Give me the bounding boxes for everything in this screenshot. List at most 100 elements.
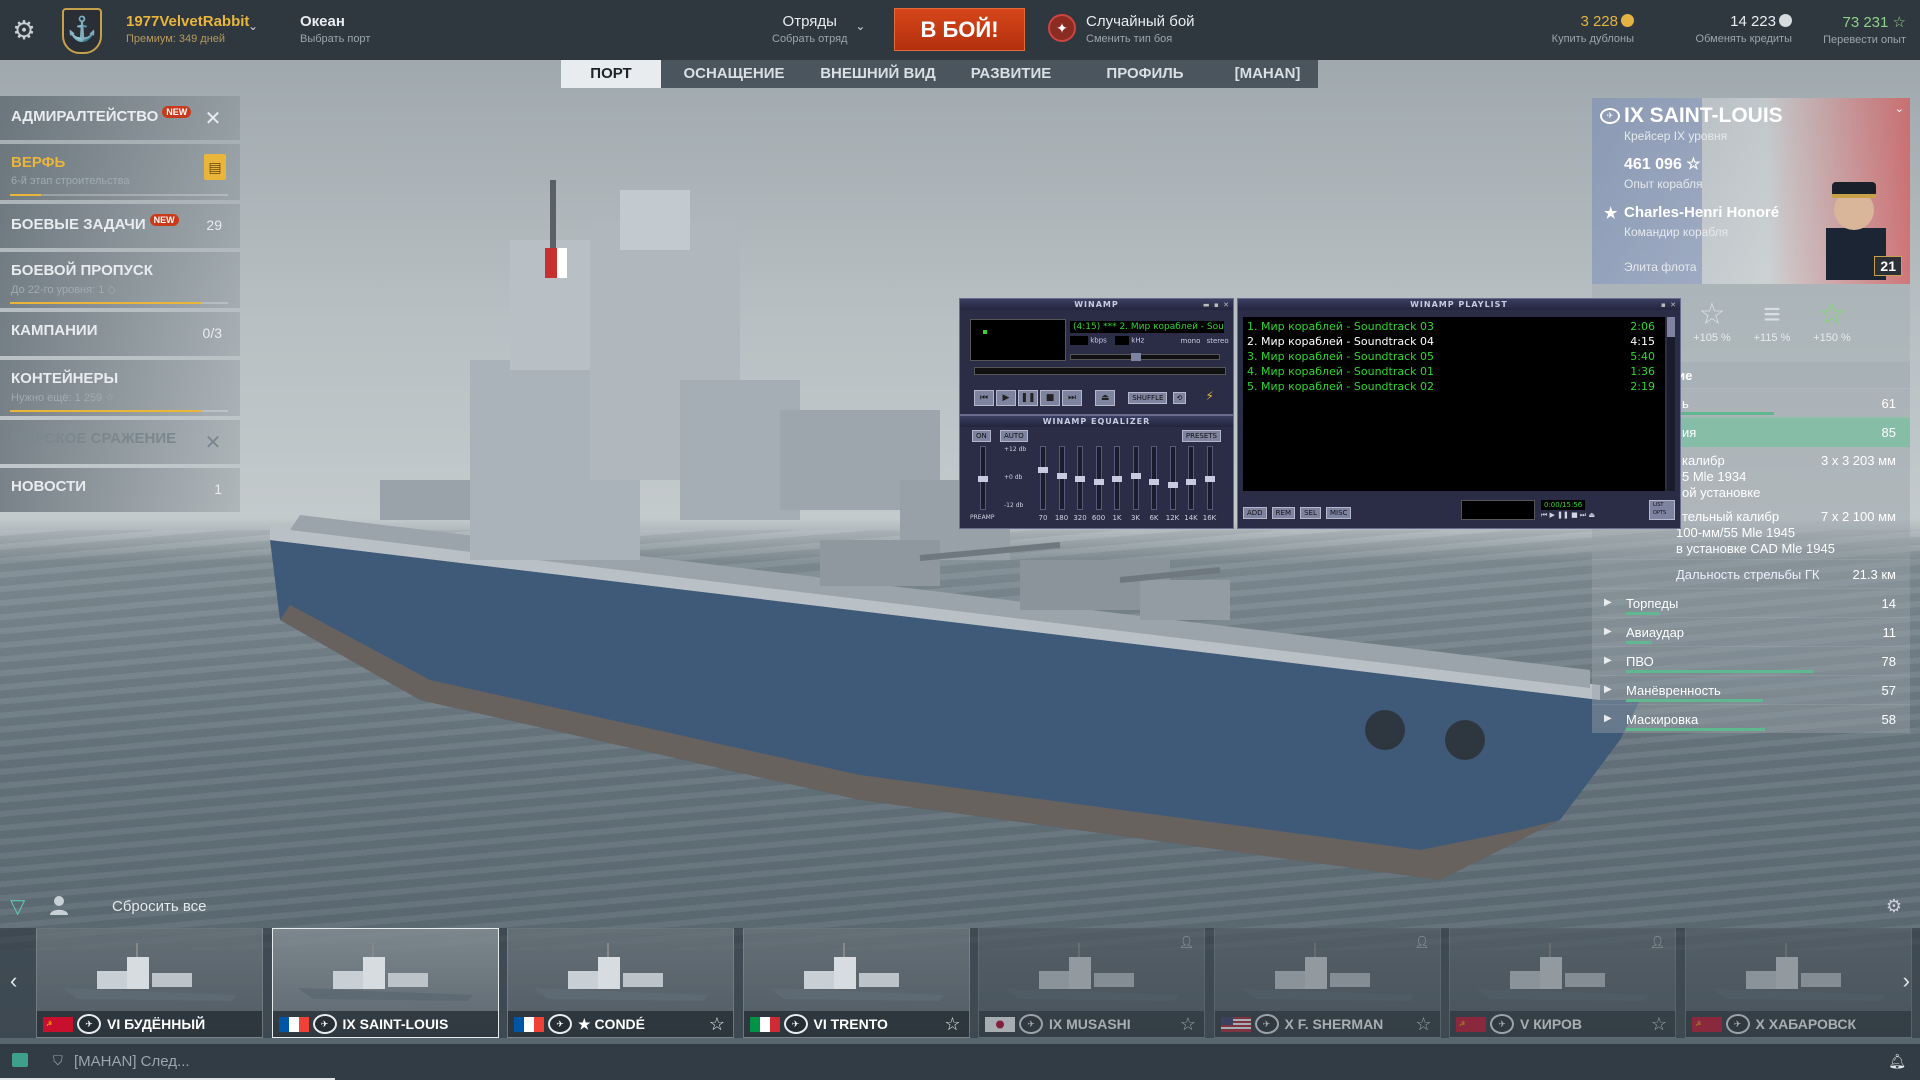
eq-band-slider[interactable] xyxy=(1093,446,1104,510)
stat-row[interactable]: ▶ Манёвренность 57 xyxy=(1592,675,1910,704)
squad-selector[interactable]: Отряды Собрать отряд ⌄ xyxy=(772,13,865,45)
random-battle-icon[interactable]: ✦ xyxy=(1048,14,1076,42)
playlist-item[interactable]: 3. Мир кораблей - Soundtrack 05 5:40 xyxy=(1247,349,1661,364)
playlist-item[interactable]: 4. Мир кораблей - Soundtrack 01 1:36 xyxy=(1247,364,1661,379)
window-buttons-icon[interactable]: ▬ ▪ ✕ xyxy=(1203,300,1230,311)
winamp-titlebar[interactable]: WINAMP ▬ ▪ ✕ xyxy=(960,299,1233,310)
eject-icon[interactable]: ⏏ xyxy=(1095,390,1116,406)
commander-name[interactable]: ★ Charles-Henri Honoré xyxy=(1604,204,1779,222)
play-icon[interactable]: ▶ xyxy=(996,390,1016,406)
notification-bell-icon[interactable]: 🔔︎ xyxy=(1888,1053,1906,1070)
eq-band-slider[interactable] xyxy=(1130,446,1141,510)
tab-appearance[interactable]: ВНЕШНИЙ ВИД xyxy=(807,60,949,88)
winamp-playlist-window[interactable]: WINAMP PLAYLIST ▪ ✕ 1. Мир кораблей - Sou… xyxy=(1237,298,1681,529)
window-buttons-icon[interactable]: ▪ ✕ xyxy=(1661,300,1677,311)
shuffle-button[interactable]: SHUFFLE xyxy=(1128,392,1168,404)
carousel-settings-icon[interactable]: ⚙ xyxy=(1886,896,1902,917)
chevron-left-icon[interactable]: ‹ xyxy=(10,968,17,994)
menu-shipyard[interactable]: ВЕРФЬ 6-й этап строительства ▤ xyxy=(0,144,240,200)
menu-containers[interactable]: КОНТЕЙНЕРЫ Нужно ещё: 1 259 ☆ xyxy=(0,360,240,416)
winamp-logo-icon[interactable]: ⚡ xyxy=(1205,389,1213,403)
playlist-add-button[interactable]: ADD xyxy=(1243,507,1267,519)
doubloons[interactable]: 3 228 Купить дублоны xyxy=(1552,13,1634,45)
playlist-mini-controls-icon[interactable]: ⏮ ▶ ❚❚ ■ ⏭ ⏏ xyxy=(1541,511,1595,520)
favorite-star-icon[interactable]: ☆ xyxy=(1651,1014,1667,1035)
repeat-icon[interactable]: ⟲ xyxy=(1172,392,1187,404)
eq-band-slider[interactable] xyxy=(1112,446,1122,510)
upgrade-star[interactable]: ☆ +150 % xyxy=(1812,298,1852,344)
menu-admiralty[interactable]: АДМИРАЛТЕЙСТВО NEW ✕ xyxy=(0,96,240,140)
playlist-item[interactable]: 5. Мир кораблей - Soundtrack 02 2:19 xyxy=(1247,379,1661,394)
eq-band-slider[interactable] xyxy=(1038,446,1048,510)
eq-band-slider[interactable] xyxy=(1149,446,1159,510)
stat-row[interactable]: ▶ Торпеды 14 xyxy=(1592,588,1910,617)
preamp-slider[interactable] xyxy=(978,446,988,510)
stat-row[interactable]: ▶ Авиаудар 11 xyxy=(1592,617,1910,646)
tab-profile[interactable]: ПРОФИЛЬ xyxy=(1073,60,1217,88)
settings-gear-icon[interactable]: ⚙ xyxy=(10,16,38,44)
ship-card[interactable]: ☭ ✈ X ХАБАРОВСК xyxy=(1684,928,1912,1038)
menu-naval-battle[interactable]: МОРСКОЕ СРАЖЕНИЕ ✕ xyxy=(0,420,240,464)
eq-auto-button[interactable]: AUTO xyxy=(1000,430,1028,442)
server-selector[interactable]: Океан Выбрать порт xyxy=(300,13,370,45)
chat-icon[interactable] xyxy=(12,1053,28,1067)
upgrade-star[interactable]: ☆ +105 % xyxy=(1692,298,1732,344)
eq-presets-button[interactable]: PRESETS xyxy=(1181,430,1221,442)
ship-card[interactable]: 👤︎ ✈ X F. SHERMAN ☆ xyxy=(1213,928,1441,1038)
eq-band-slider[interactable] xyxy=(1186,446,1196,510)
ship-card[interactable]: 👤︎ ✈ IX MUSASHI ☆ xyxy=(978,928,1205,1038)
ship-card[interactable]: ✈ ★ CONDÉ ☆ xyxy=(507,928,734,1038)
free-xp[interactable]: 73 231 ☆ Перевести опыт xyxy=(1823,13,1906,46)
chevron-down-icon[interactable]: ⌄ xyxy=(1895,102,1904,115)
tab-clan[interactable]: [MAHAN] xyxy=(1217,60,1318,88)
ship-card[interactable]: ✈ IX SAINT-LOUIS xyxy=(271,928,499,1038)
next-icon[interactable]: ⏭ xyxy=(1062,390,1082,406)
eq-band-slider[interactable] xyxy=(1204,446,1215,510)
credits[interactable]: 14 223 Обменять кредиты xyxy=(1696,13,1792,45)
tab-equipment[interactable]: ОСНАЩЕНИЕ xyxy=(661,60,807,88)
pause-icon[interactable]: ❚❚ xyxy=(1018,390,1038,406)
stat-row[interactable]: ▶ Маскировка 58 xyxy=(1592,704,1910,733)
list-opts-button[interactable]: LIST OPTS xyxy=(1649,500,1675,520)
winamp-main-window[interactable]: WINAMP ▬ ▪ ✕ (4:15) *** 2. Мир кораблей -… xyxy=(959,298,1234,415)
ship-card[interactable]: 👤︎ ☭ ✈ V КИРОВ ☆ xyxy=(1449,928,1676,1038)
battle-button[interactable]: В БОЙ! xyxy=(894,8,1025,51)
menu-news[interactable]: НОВОСТИ 1 xyxy=(0,468,240,512)
filter-icon[interactable]: ▽ xyxy=(10,894,25,919)
menu-campaigns[interactable]: КАМПАНИИ 0/3 xyxy=(0,312,240,356)
rank-emblem-icon[interactable]: ⚓ xyxy=(62,8,102,54)
upgrade-star[interactable]: ≡ +115 % xyxy=(1752,298,1792,344)
playlist-scrollbar[interactable] xyxy=(1667,317,1675,491)
tab-research[interactable]: РАЗВИТИЕ xyxy=(949,60,1073,88)
playlist-sel-button[interactable]: SEL xyxy=(1300,507,1321,519)
user-profile[interactable]: 1977VelvetRabbit Премиум: 349 дней ⌄ xyxy=(126,13,258,45)
tab-port[interactable]: ПОРТ xyxy=(561,60,661,88)
stop-icon[interactable]: ■ xyxy=(1040,390,1060,406)
favorite-star-icon[interactable]: ☆ xyxy=(1180,1014,1196,1035)
person-icon[interactable] xyxy=(48,894,70,916)
eq-band-slider[interactable] xyxy=(1167,446,1178,510)
battle-type-selector[interactable]: Случайный бой Сменить тип боя xyxy=(1086,13,1195,45)
playlist-item[interactable]: 1. Мир кораблей - Soundtrack 03 2:06 xyxy=(1247,319,1661,334)
winamp-equalizer-window[interactable]: WINAMP EQUALIZER ON AUTO PRESETS +12 db … xyxy=(959,415,1234,529)
eq-band-slider[interactable] xyxy=(1075,446,1085,510)
favorite-star-icon[interactable]: ☆ xyxy=(709,1014,725,1035)
eq-on-button[interactable]: ON xyxy=(972,430,991,442)
winamp-volume-slider[interactable] xyxy=(1070,353,1220,361)
stat-row[interactable]: ▶ ПВО 78 xyxy=(1592,646,1910,675)
winamp-seek-bar[interactable] xyxy=(974,367,1226,375)
favorite-star-icon[interactable]: ☆ xyxy=(1415,1014,1431,1035)
chat-preview[interactable]: [MAHAN] След... xyxy=(74,1053,190,1070)
favorite-star-icon[interactable]: ☆ xyxy=(944,1014,960,1035)
reset-filters-button[interactable]: Сбросить все xyxy=(112,898,206,915)
menu-battle-pass[interactable]: БОЕВОЙ ПРОПУСК До 22-го уровня: 1 ◇ xyxy=(0,252,240,308)
menu-missions[interactable]: БОЕВЫЕ ЗАДАЧИ NEW 29 xyxy=(0,204,240,248)
ship-card[interactable]: ☭ ✈ VI БУДЁННЫЙ xyxy=(36,928,263,1038)
prev-icon[interactable]: ⏮ xyxy=(974,390,994,406)
playlist-misc-button[interactable]: MISC xyxy=(1325,507,1352,519)
playlist-item[interactable]: 2. Мир кораблей - Soundtrack 04 4:15 xyxy=(1247,334,1661,349)
winamp-playlist-titlebar[interactable]: WINAMP PLAYLIST ▪ ✕ xyxy=(1238,299,1680,310)
ship-card[interactable]: ✈ VI TRENTO ☆ xyxy=(742,928,970,1038)
chevron-right-icon[interactable]: › xyxy=(1903,968,1910,994)
playlist-rem-button[interactable]: REM xyxy=(1271,507,1295,519)
